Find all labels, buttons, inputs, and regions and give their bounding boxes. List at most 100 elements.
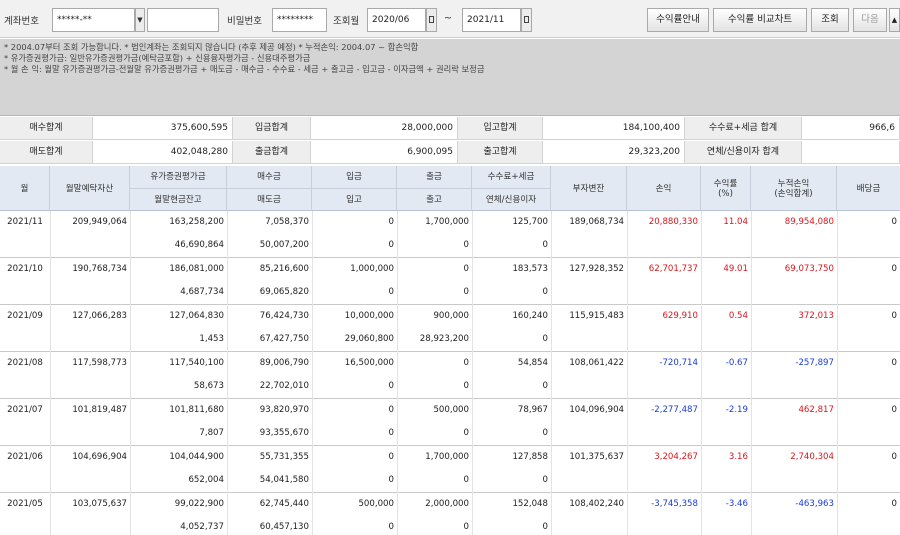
calendar-icon — [524, 16, 529, 23]
column-divider — [397, 352, 398, 399]
cell-securities: 104,044,900 — [169, 452, 224, 462]
table-row[interactable]: 2021/05 103,075,637 99,022,900 4,052,737… — [0, 493, 900, 535]
cell-fee: 78,967 — [517, 405, 548, 415]
cell-fee: 160,240 — [512, 311, 548, 321]
column-divider — [472, 258, 473, 305]
table-row[interactable]: 2021/08 117,598,773 117,540,100 58,673 8… — [0, 352, 900, 399]
cell-sell: 50,007,200 — [259, 240, 309, 250]
header-divider — [130, 188, 551, 189]
cell-change: 189,068,734 — [569, 217, 624, 227]
notes-panel: * 2004.07부터 조회 가능합니다. * 법인계좌는 조회되지 않습니다 … — [0, 39, 900, 116]
cell-sell: 22,702,010 — [259, 381, 309, 391]
header-buy: 매수금 — [227, 166, 312, 188]
cell-pnl: 20,880,330 — [648, 217, 698, 227]
summary-value — [802, 141, 900, 164]
column-divider — [130, 211, 131, 258]
cell-cumulative-pnl: 89,954,080 — [784, 217, 834, 227]
summary-table: 매수합계 375,600,595 입금합계 28,000,000 입고합계 18… — [0, 117, 900, 165]
cell-sell: 60,457,130 — [259, 522, 309, 532]
column-divider — [130, 493, 131, 535]
cell-fee: 183,573 — [512, 264, 548, 274]
column-divider — [227, 493, 228, 535]
note-line: * 월 손 익: 월말 유가증권평가금-전월말 유가증권평가금 + 매도금 - … — [4, 64, 485, 74]
cell-stock-out: 0 — [463, 240, 469, 250]
column-divider — [837, 446, 838, 493]
cell-stock-out: 0 — [463, 381, 469, 391]
column-divider — [50, 352, 51, 399]
cell-withdraw: 1,700,000 — [425, 217, 469, 227]
summary-value: 375,600,595 — [93, 117, 233, 140]
cell-month: 2021/07 — [7, 405, 43, 415]
cell-securities: 117,540,100 — [169, 358, 224, 368]
cell-dividend: 0 — [891, 499, 897, 509]
header-sell: 매도금 — [227, 189, 312, 211]
cell-return-rate: 49.01 — [723, 264, 748, 274]
column-divider — [701, 258, 702, 305]
cell-stock-out: 0 — [463, 522, 469, 532]
start-month-calendar-button[interactable] — [426, 8, 437, 32]
cell-stock-in: 0 — [388, 522, 394, 532]
cell-deposit: 0 — [388, 405, 394, 415]
header-month-end-cash: 월말현금잔고 — [130, 189, 227, 211]
cell-deposit: 10,000,000 — [344, 311, 394, 321]
cell-buy: 7,058,370 — [265, 217, 309, 227]
summary-label: 매수합계 — [0, 117, 93, 140]
return-compare-chart-button[interactable]: 수익률 비교차트 — [713, 8, 807, 32]
column-divider — [837, 493, 838, 535]
cell-buy: 89,006,790 — [259, 358, 309, 368]
cell-interest: 0 — [542, 381, 548, 391]
cell-buy: 76,424,730 — [259, 311, 309, 321]
password-field[interactable]: ******** — [272, 8, 327, 32]
column-divider — [397, 258, 398, 305]
end-month-calendar-button[interactable] — [521, 8, 532, 32]
column-divider — [130, 305, 131, 352]
column-divider — [50, 305, 51, 352]
cell-fee: 125,700 — [512, 217, 548, 227]
cell-deposit: 0 — [388, 452, 394, 462]
cell-interest: 0 — [542, 240, 548, 250]
column-divider — [227, 211, 228, 258]
start-month-field[interactable]: 2020/06 — [367, 8, 426, 32]
cell-cash: 7,807 — [199, 428, 224, 438]
cell-fee: 127,858 — [512, 452, 548, 462]
cell-securities: 163,258,200 — [169, 217, 224, 227]
account-number-field[interactable]: *****-** — [52, 8, 135, 32]
next-button[interactable]: 다음 — [853, 8, 887, 32]
cell-sell: 67,427,750 — [259, 334, 309, 344]
grid-header: 월 월말예탁자산 유가증권평가금 월말현금잔고 매수금 매도금 입금 입고 출금… — [0, 166, 900, 211]
header-pnl: 손익 — [627, 166, 701, 211]
column-divider — [227, 258, 228, 305]
column-divider — [397, 211, 398, 258]
return-guide-button[interactable]: 수익률안내 — [647, 8, 709, 32]
account-label: 계좌번호 — [4, 16, 39, 27]
column-divider — [551, 352, 552, 399]
table-row[interactable]: 2021/09 127,066,283 127,064,830 1,453 76… — [0, 305, 900, 352]
chevron-down-icon: ▼ — [137, 16, 143, 24]
table-row[interactable]: 2021/10 190,768,734 186,081,000 4,687,73… — [0, 258, 900, 305]
account-name-field[interactable] — [147, 8, 219, 32]
account-dropdown-button[interactable]: ▼ — [135, 8, 145, 32]
scroll-up-button[interactable]: ▲ — [889, 8, 900, 32]
end-month-field[interactable]: 2021/11 — [462, 8, 521, 32]
header-dividend: 배당금 — [856, 183, 881, 194]
inquiry-button[interactable]: 조회 — [811, 8, 849, 32]
cell-withdraw: 500,000 — [433, 405, 469, 415]
summary-label: 출금합계 — [233, 141, 311, 164]
cell-assets: 190,768,734 — [72, 264, 127, 274]
cell-stock-in: 0 — [388, 381, 394, 391]
cell-stock-in: 0 — [388, 475, 394, 485]
cell-withdraw: 0 — [463, 358, 469, 368]
cell-dividend: 0 — [891, 217, 897, 227]
cell-pnl: 3,204,267 — [654, 452, 698, 462]
cell-stock-out: 0 — [463, 475, 469, 485]
table-row[interactable]: 2021/06 104,696,904 104,044,900 652,004 … — [0, 446, 900, 493]
header-month: 월 — [0, 166, 50, 211]
column-divider — [751, 305, 752, 352]
header-overdue-interest: 연체/신용이자 — [472, 189, 551, 211]
cell-cumulative-pnl: 462,817 — [798, 405, 834, 415]
header-cumulative-pnl-sub: (손익합계) — [774, 188, 813, 199]
cell-stock-in: 29,060,800 — [344, 334, 394, 344]
table-row[interactable]: 2021/11 209,949,064 163,258,200 46,690,8… — [0, 211, 900, 258]
cell-stock-out: 0 — [463, 428, 469, 438]
table-row[interactable]: 2021/07 101,819,487 101,811,680 7,807 93… — [0, 399, 900, 446]
